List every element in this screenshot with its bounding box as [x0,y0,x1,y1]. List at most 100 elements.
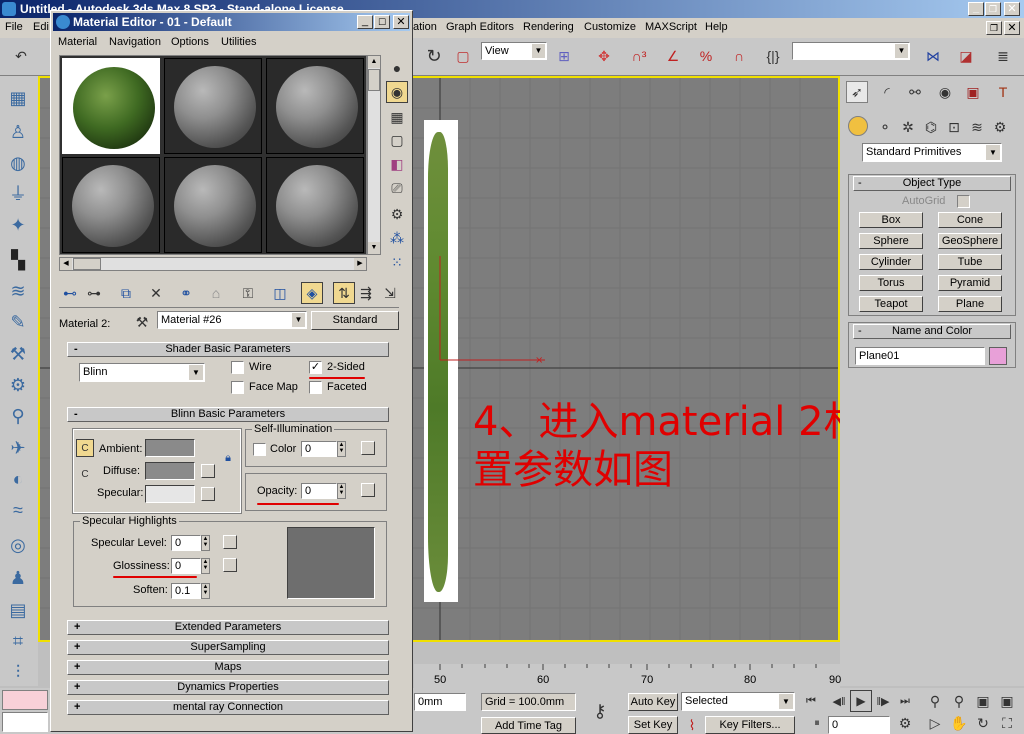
sample-slot-6[interactable] [266,157,364,253]
self-illum-spinner[interactable]: ▲ ▼ [337,441,346,457]
tube-button[interactable]: Tube [938,254,1002,270]
ambient-diffuse-lock-icon[interactable]: C [76,439,94,457]
show-end-result-icon[interactable]: ◈ [301,282,323,304]
slots-horizontal-scrollbar[interactable]: ◀ ▶ [59,257,367,271]
panel-tool-icon[interactable]: ▤ [6,598,30,622]
undo-icon[interactable]: ↶ [10,45,32,67]
soften-field[interactable]: 0.1 [171,583,201,599]
specular-level-field[interactable]: 0 [171,535,201,551]
systems-subtab-icon[interactable]: ⚙ [989,116,1011,138]
me-maximize-button[interactable]: ☐ [374,15,390,29]
set-key-button[interactable]: Set Key [628,716,678,734]
create-tab-icon[interactable]: ➶ [846,81,868,103]
put-to-scene-icon[interactable]: ⊶ [83,282,105,304]
key-mode-toggle-icon[interactable]: ⏸ [806,712,828,734]
reference-coord-dropdown[interactable]: View ▼ [481,42,547,60]
ambient-color-swatch[interactable] [145,439,195,457]
shirt-tool-icon[interactable]: ♙ [6,120,30,144]
me-menu-navigation[interactable]: Navigation [109,36,161,48]
supersampling-header[interactable]: + SuperSampling [67,640,389,655]
make-unique-icon[interactable]: ⚭ [175,282,197,304]
menu-close-button[interactable]: ✕ [1004,21,1020,35]
material-effects-icon[interactable]: ⚿ [237,282,259,304]
spacewarps-subtab-icon[interactable]: ≋ [966,116,988,138]
shader-dropdown[interactable]: Blinn ▼ [79,363,205,382]
scroll-right-arrow[interactable]: ▶ [354,258,366,270]
key-icon[interactable]: ⚷ [589,700,611,722]
go-forward-sibling-icon[interactable]: ⇶ [355,282,377,304]
coil-tool-icon[interactable]: ≋ [6,279,30,303]
diffuse-map-button[interactable] [201,464,215,478]
sample-slot-2[interactable] [164,58,262,154]
options-icon[interactable]: ⚙ [386,203,408,225]
snap-3d-icon[interactable]: ∩³ [628,45,650,67]
specular-map-button[interactable] [201,487,215,501]
cameras-subtab-icon[interactable]: ⌬ [920,116,942,138]
diffuse-specular-lock-icon[interactable]: C [76,465,94,483]
angle-snap-icon[interactable]: ∠ [662,45,684,67]
zoom-extents-icon[interactable]: ▣ [972,690,994,712]
sphere-tool-icon[interactable]: ◍ [6,151,30,175]
menu-help[interactable]: Help [705,21,728,33]
maximize-viewport-icon[interactable]: ⛶ [996,712,1018,734]
glossiness-field[interactable]: 0 [171,558,201,574]
pivot-icon[interactable]: ⊞ [553,45,575,67]
geosphere-button[interactable]: GeoSphere [938,233,1002,249]
specular-color-swatch[interactable] [145,485,195,503]
me-menu-material[interactable]: Material [58,36,97,48]
wave-tool-icon[interactable]: ≈ [6,498,30,522]
shapes-subtab-icon[interactable]: ⚬ [874,116,896,138]
material-name-dropdown[interactable]: Material #26 ▼ [157,311,307,329]
next-frame-icon[interactable]: ‖▶ [872,690,894,712]
goto-end-icon[interactable]: ⏭ [894,690,916,712]
ring-tool-icon[interactable]: ◎ [6,533,30,557]
reset-map-icon[interactable]: ✕ [145,282,167,304]
pan-icon[interactable]: ✋ [948,712,970,734]
menu-restore-button[interactable]: ❐ [986,21,1002,35]
name-color-header[interactable]: - Name and Color [853,324,1011,339]
me-menu-options[interactable]: Options [171,36,209,48]
category-dropdown[interactable]: Standard Primitives ▼ [862,143,1002,162]
diffuse-lock-icon[interactable]: 🔒︎ [219,449,237,467]
wire-checkbox[interactable] [231,361,244,374]
app-minimize-button[interactable]: _ [968,2,984,16]
goto-start-icon[interactable]: ⏮ [800,690,822,712]
menu-file[interactable]: File [5,21,23,33]
show-map-icon[interactable]: ◫ [269,282,291,304]
slots-vertical-scrollbar[interactable]: ▲ ▼ [367,55,381,255]
self-illum-value-field[interactable]: 0 [301,441,337,457]
coord-z-field[interactable]: 0mm [414,693,466,711]
mental-ray-connection-header[interactable]: + mental ray Connection [67,700,389,715]
maps-header[interactable]: + Maps [67,660,389,675]
cone-button[interactable]: Cone [938,212,1002,228]
align-icon[interactable]: ◪ [955,45,977,67]
auto-key-button[interactable]: Auto Key [628,693,678,711]
wrench-tool-icon[interactable]: ⚒ [6,342,30,366]
video-color-check-icon[interactable]: ◧ [386,153,408,175]
sample-slot-4[interactable] [62,157,160,253]
menu-maxscript[interactable]: MAXScript [645,21,697,33]
current-frame-field[interactable]: 0 [828,716,890,734]
pick-material-icon[interactable]: ⇲ [379,282,401,304]
menu-rendering[interactable]: Rendering [523,21,574,33]
mirror-icon[interactable]: ⋈ [922,45,944,67]
select-by-material-icon[interactable]: ⁂ [386,227,408,249]
checker-tool-icon[interactable]: ▚ [6,248,30,272]
object-color-swatch[interactable] [989,347,1007,365]
sample-slot-3[interactable] [266,58,364,154]
fov-icon[interactable]: ▷ [924,712,946,734]
material-type-button[interactable]: Standard [311,311,399,330]
named-selection-dropdown[interactable]: ▼ [792,42,910,60]
uv-tiling-icon[interactable]: ▢ [386,129,408,151]
self-illum-map-button[interactable] [361,441,375,455]
glossiness-map-button[interactable] [223,558,237,572]
biped-tool-icon[interactable]: ♟ [6,566,30,590]
opacity-spinner[interactable]: ▲ ▼ [337,483,346,499]
motion-tab-icon[interactable]: ◉ [934,81,956,103]
menu-graph-editors[interactable]: Graph Editors [446,21,514,33]
soften-spinner[interactable]: ▲ ▼ [201,583,210,599]
me-minimize-button[interactable]: _ [357,15,373,29]
scroll-thumb[interactable] [368,69,380,91]
key-mode-dropdown[interactable]: Selected ▼ [681,692,795,711]
redo-icon[interactable]: ↻ [423,45,445,67]
